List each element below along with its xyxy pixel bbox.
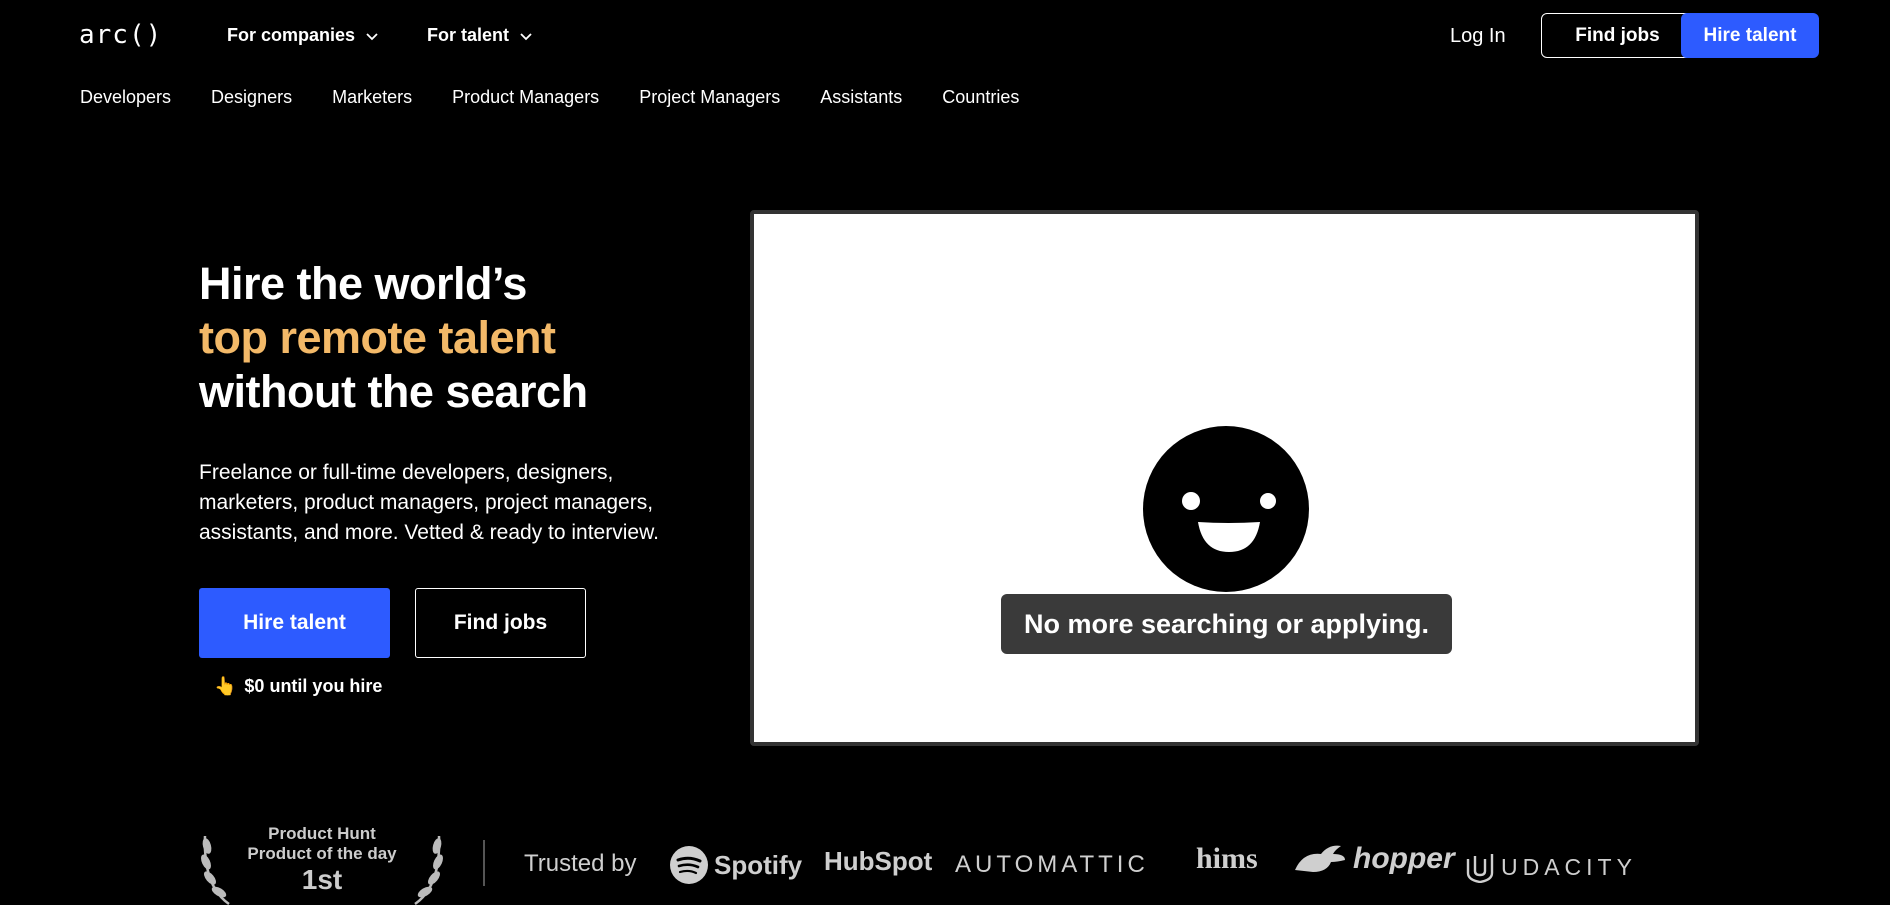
product-hunt-award: Product Hunt Product of the day 1st [199, 822, 445, 905]
hire-talent-header-button[interactable]: Hire talent [1681, 13, 1819, 58]
chevron-down-icon [366, 32, 378, 40]
nav-designers[interactable]: Designers [211, 87, 292, 108]
nav-assistants[interactable]: Assistants [820, 87, 902, 108]
zero-cost-note: 👆 $0 until you hire [214, 676, 382, 697]
for-companies-label: For companies [227, 25, 356, 45]
automattic-logo: AUTOMATTIC [955, 851, 1149, 879]
hopper-logo: hopper [1293, 842, 1455, 876]
hims-wordmark: hims [1196, 842, 1258, 875]
find-jobs-button[interactable]: Find jobs [415, 588, 586, 658]
for-talent-label: For talent [427, 25, 510, 45]
hero-description: Freelance or full-time developers, desig… [199, 461, 659, 544]
hubspot-wordmark: HubSpot [824, 846, 933, 876]
pointing-hand-icon: 👆 [214, 676, 237, 696]
hubspot-logo: HubSpot [824, 846, 932, 877]
category-nav: Developers Designers Marketers Product M… [80, 87, 1019, 108]
spotify-logo: Spotify [670, 846, 802, 884]
smiley-face-icon [1143, 426, 1309, 592]
automattic-wordmark: AUTOMATTIC [955, 851, 1149, 878]
for-companies-dropdown[interactable]: For companies [227, 25, 379, 46]
spotify-wordmark: Spotify [714, 849, 803, 880]
find-jobs-header-button[interactable]: Find jobs [1541, 13, 1694, 58]
udacity-wordmark: UDACITY [1501, 853, 1637, 880]
hero-video[interactable]: No more searching or applying. [750, 210, 1699, 746]
hopper-wordmark: hopper [1353, 842, 1455, 875]
hero-title: Hire the world’s top remote talent witho… [199, 257, 588, 419]
hero-title-highlight: top remote talent [199, 312, 556, 363]
spotify-icon [670, 846, 708, 884]
hims-logo: hims [1196, 842, 1258, 876]
udacity-icon [1466, 854, 1494, 883]
zero-cost-text: $0 until you hire [244, 676, 383, 696]
nav-product-managers[interactable]: Product Managers [452, 87, 599, 108]
trust-divider [483, 840, 485, 886]
bunny-icon [1295, 845, 1345, 872]
log-in-link[interactable]: Log In [1450, 25, 1506, 48]
hire-talent-button[interactable]: Hire talent [199, 588, 390, 658]
laurel-right-icon [414, 835, 443, 905]
trusted-by-label: Trusted by [524, 850, 637, 877]
hero-title-line1: Hire the world’s [199, 258, 527, 309]
udacity-logo: UDACITY [1465, 851, 1637, 883]
nav-countries[interactable]: Countries [942, 87, 1019, 108]
video-caption: No more searching or applying. [1001, 594, 1452, 654]
chevron-down-icon [520, 32, 532, 40]
hero-title-line3: without the search [199, 366, 588, 417]
nav-project-managers[interactable]: Project Managers [639, 87, 780, 108]
nav-marketers[interactable]: Marketers [332, 87, 412, 108]
for-talent-dropdown[interactable]: For talent [427, 25, 533, 46]
arc-logo[interactable]: arc() [79, 20, 162, 50]
nav-developers[interactable]: Developers [80, 87, 171, 108]
